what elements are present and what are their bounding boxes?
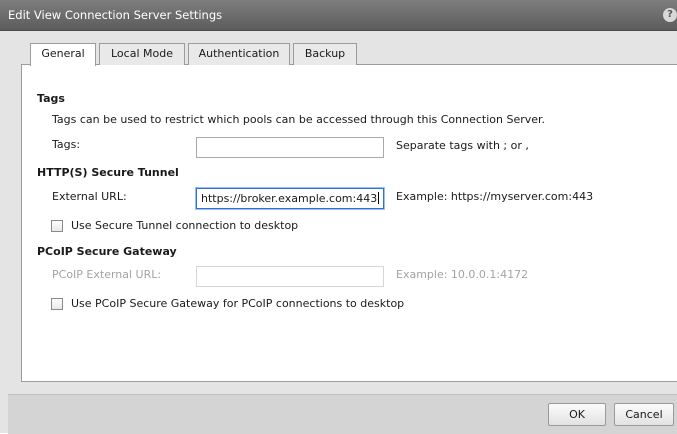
- pcoip-url-hint: Example: 10.0.0.1:4172: [396, 268, 529, 281]
- pcoip-checkbox[interactable]: [51, 298, 63, 310]
- pcoip-url-input[interactable]: [196, 266, 384, 287]
- help-icon[interactable]: ?: [663, 8, 677, 22]
- title-bar: Edit View Connection Server Settings ?: [0, 0, 677, 31]
- tab-local-mode[interactable]: Local Mode: [99, 43, 185, 65]
- tab-backup[interactable]: Backup: [293, 43, 357, 65]
- dialog: Edit View Connection Server Settings ? T…: [0, 0, 677, 434]
- pcoip-heading: PCoIP Secure Gateway: [37, 245, 177, 258]
- ok-button[interactable]: OK: [548, 403, 606, 426]
- secure-tunnel-heading: HTTP(S) Secure Tunnel: [37, 166, 179, 179]
- external-url-hint: Example: https://myserver.com:443: [396, 190, 594, 203]
- pcoip-checkbox-label[interactable]: Use PCoIP Secure Gateway for PCoIP conne…: [71, 297, 404, 310]
- external-url-value: https://broker.example.com:443: [201, 192, 378, 205]
- external-url-input[interactable]: https://broker.example.com:443: [196, 188, 384, 209]
- tags-description: Tags can be used to restrict which pools…: [52, 113, 546, 126]
- secure-tunnel-checkbox-label[interactable]: Use Secure Tunnel connection to desktop: [71, 219, 298, 232]
- tags-heading: Tags: [37, 92, 65, 105]
- tags-label: Tags:: [52, 138, 81, 151]
- secure-tunnel-checkbox[interactable]: [51, 220, 63, 232]
- tags-input[interactable]: [196, 137, 384, 158]
- external-url-label: External URL:: [52, 190, 127, 203]
- dialog-title: Edit View Connection Server Settings: [8, 8, 223, 22]
- pcoip-url-label: PCoIP External URL:: [52, 268, 162, 281]
- tab-authentication[interactable]: Authentication: [188, 43, 290, 65]
- tab-general[interactable]: General: [30, 43, 96, 66]
- general-tab-panel: Tags Tags can be used to restrict which …: [21, 64, 677, 382]
- text-caret: [378, 192, 380, 204]
- cancel-button[interactable]: Cancel: [614, 403, 674, 426]
- tags-hint: Separate tags with ; or ,: [396, 139, 529, 152]
